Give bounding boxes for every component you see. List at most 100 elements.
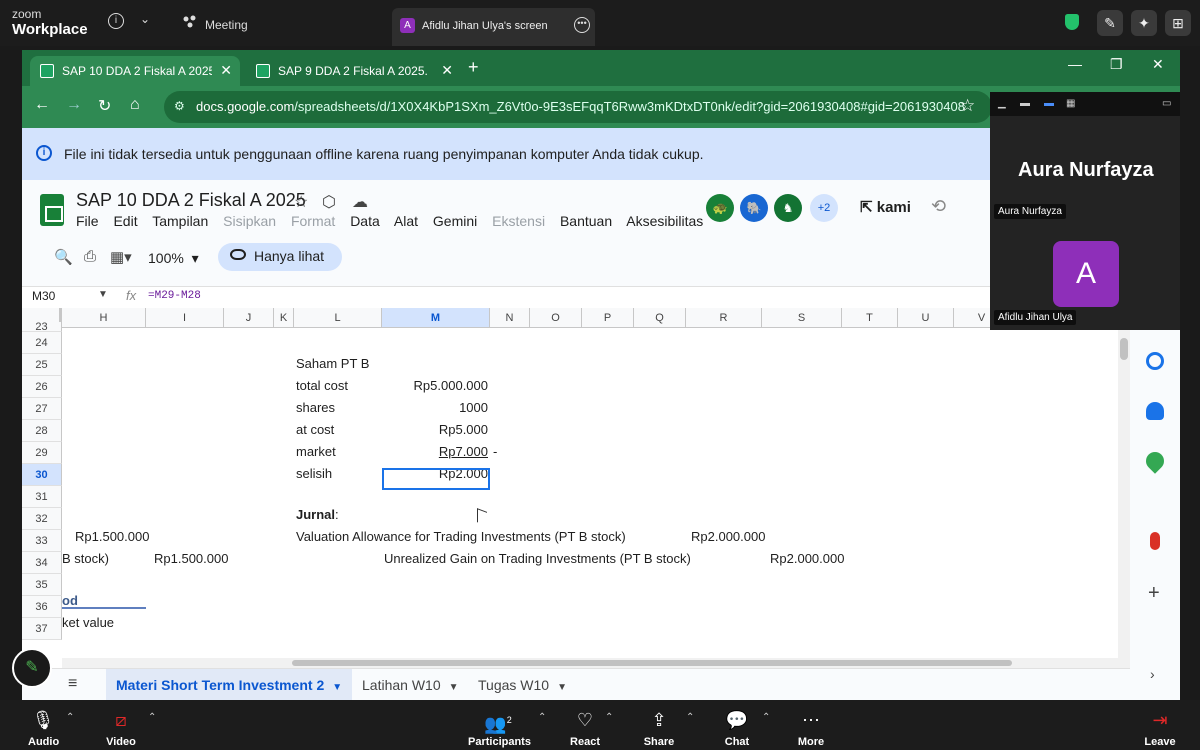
cell[interactable]: total cost xyxy=(296,375,348,397)
share-button[interactable]: ⇪ Share xyxy=(642,710,676,748)
video-button[interactable]: ⧄ Video xyxy=(104,710,138,748)
menu-data[interactable]: Data xyxy=(350,213,380,229)
document-title[interactable]: SAP 10 DDA 2 Fiskal A 2025 xyxy=(76,190,306,211)
collaborator-avatar[interactable]: 🐘 xyxy=(740,194,768,222)
cell[interactable]: B stock) xyxy=(62,548,109,570)
minimize-video-icon[interactable]: ▁ xyxy=(998,98,1006,109)
microphone-icon[interactable] xyxy=(1150,532,1160,550)
paint-format-icon[interactable]: ▦▾ xyxy=(110,248,132,266)
tasks-icon[interactable] xyxy=(1146,352,1164,370)
all-sheets-menu-icon[interactable]: ≡ xyxy=(68,675,77,693)
chevron-up-icon[interactable]: ⌃ xyxy=(605,712,613,723)
forward-icon[interactable]: → xyxy=(66,96,82,114)
row-header[interactable]: 37 xyxy=(22,618,62,640)
cell[interactable]: ket value xyxy=(62,612,114,634)
row-header[interactable]: 26 xyxy=(22,376,62,398)
row-header-selected[interactable]: 30 xyxy=(22,464,62,486)
collaborator-avatar[interactable]: 🐢 xyxy=(706,194,734,222)
star-icon[interactable]: ☆ xyxy=(294,192,308,212)
menu-format[interactable]: Format xyxy=(291,213,335,229)
annotate-pen-icon[interactable]: ✎ xyxy=(1097,10,1123,36)
cell[interactable]: Rp1.500.000 xyxy=(75,526,149,548)
menu-accessibility[interactable]: Aksesibilitas xyxy=(626,213,703,229)
cell[interactable]: Rp5.000.000 xyxy=(382,375,488,397)
cloud-status-icon[interactable]: ☁ xyxy=(352,192,368,212)
menu-view[interactable]: Tampilan xyxy=(152,213,208,229)
row-header[interactable]: 28 xyxy=(22,420,62,442)
chevron-up-icon[interactable]: ⌃ xyxy=(66,712,74,723)
more-collaborators-badge[interactable]: +2 xyxy=(810,194,838,222)
site-info-icon[interactable]: ⚙ xyxy=(174,99,190,115)
menu-help[interactable]: Bantuan xyxy=(560,213,612,229)
chevron-up-icon[interactable]: ⌃ xyxy=(538,712,546,723)
row-header[interactable]: 23 xyxy=(22,322,62,333)
spreadsheet-grid[interactable]: H I J K L M N O P Q R S T U V 23 24 25 2… xyxy=(22,308,1118,660)
cell[interactable]: Unrealized Gain on Trading Investments (… xyxy=(384,548,691,570)
strip-view-icon[interactable]: ▬ xyxy=(1044,98,1054,109)
new-tab-icon[interactable]: + xyxy=(468,57,479,78)
menu-tools[interactable]: Alat xyxy=(394,213,418,229)
column-header[interactable]: U xyxy=(898,308,954,328)
horizontal-scrollbar[interactable] xyxy=(62,658,1130,668)
meeting-label[interactable]: Meeting xyxy=(205,18,248,32)
vertical-scrollbar[interactable] xyxy=(1118,308,1130,660)
shared-screen-tab[interactable]: A Afidlu Jihan Ulya's screen ••• xyxy=(392,8,595,46)
cell[interactable]: Rp2.000.000 xyxy=(770,548,844,570)
grid-view-icon[interactable]: ⊞ xyxy=(1165,10,1191,36)
move-folder-icon[interactable]: ⬡ xyxy=(322,192,336,212)
menu-file[interactable]: File xyxy=(76,213,99,229)
column-header[interactable]: J xyxy=(224,308,274,328)
chevron-up-icon[interactable]: ⌃ xyxy=(762,712,770,723)
chevron-down-icon[interactable]: ⌄ xyxy=(140,12,150,26)
zoom-select[interactable]: 100% ▾ xyxy=(148,250,199,267)
column-header[interactable]: R xyxy=(686,308,762,328)
formula-input[interactable]: =M29-M28 xyxy=(148,290,201,302)
name-box[interactable]: M30 xyxy=(32,289,55,303)
chevron-up-icon[interactable]: ⌃ xyxy=(686,712,694,723)
chevron-up-icon[interactable]: ⌃ xyxy=(148,712,156,723)
column-header[interactable]: N xyxy=(490,308,530,328)
back-icon[interactable]: ← xyxy=(34,96,50,114)
close-window-icon[interactable]: ✕ xyxy=(1152,56,1164,73)
browser-tab-active[interactable]: SAP 10 DDA 2 Fiskal A 2025 - G ✕ xyxy=(30,56,240,86)
scrollbar-thumb[interactable] xyxy=(292,660,1012,666)
row-header[interactable]: 35 xyxy=(22,574,62,596)
sheets-logo-icon[interactable] xyxy=(40,194,64,226)
contacts-icon[interactable] xyxy=(1146,402,1164,420)
sheet-tab[interactable]: Latihan W10 ▼ xyxy=(352,669,469,700)
pop-out-icon[interactable]: ▭ xyxy=(1162,98,1171,109)
minimize-icon[interactable]: — xyxy=(1068,56,1082,72)
sheet-tab-active[interactable]: Materi Short Term Investment 2 ▼ xyxy=(106,669,353,700)
gallery-view-icon[interactable]: ▦ xyxy=(1066,98,1075,109)
scrollbar-thumb[interactable] xyxy=(1120,338,1128,360)
speaker-view-icon[interactable]: ▬ xyxy=(1020,98,1030,109)
column-header[interactable]: H xyxy=(62,308,146,328)
cell[interactable]: Rp7.000 xyxy=(382,441,488,463)
cell[interactable]: selisih xyxy=(296,463,332,485)
row-header[interactable]: 33 xyxy=(22,530,62,552)
more-button[interactable]: ⋯ More xyxy=(796,710,826,748)
row-header[interactable]: 25 xyxy=(22,354,62,376)
view-only-button[interactable]: Hanya lihat xyxy=(218,243,342,271)
close-tab-icon[interactable]: ✕ xyxy=(220,62,232,79)
menu-insert[interactable]: Sisipkan xyxy=(223,213,276,229)
cell[interactable]: Saham PT B xyxy=(296,353,369,375)
chevron-down-icon[interactable]: ▼ xyxy=(98,289,108,300)
history-icon[interactable]: ⟲ xyxy=(931,196,946,217)
row-header[interactable]: 31 xyxy=(22,486,62,508)
cell[interactable]: Rp2.000.000 xyxy=(691,526,765,548)
column-header[interactable]: K xyxy=(274,308,294,328)
row-header[interactable]: 34 xyxy=(22,552,62,574)
column-header[interactable]: L xyxy=(294,308,382,328)
row-header[interactable]: 27 xyxy=(22,398,62,420)
edit-pencil-button[interactable]: ✎ xyxy=(12,648,52,688)
print-icon[interactable]: ⎙ xyxy=(84,248,96,265)
row-header[interactable]: 32 xyxy=(22,508,62,530)
row-header[interactable]: 24 xyxy=(22,332,62,354)
menu-extensions[interactable]: Ekstensi xyxy=(492,213,545,229)
search-icon[interactable]: 🔍 xyxy=(54,248,73,266)
column-header[interactable]: I xyxy=(146,308,224,328)
column-header-selected[interactable]: M xyxy=(382,308,490,328)
menu-edit[interactable]: Edit xyxy=(113,213,137,229)
cell[interactable]: Rp1.500.000 xyxy=(154,548,228,570)
